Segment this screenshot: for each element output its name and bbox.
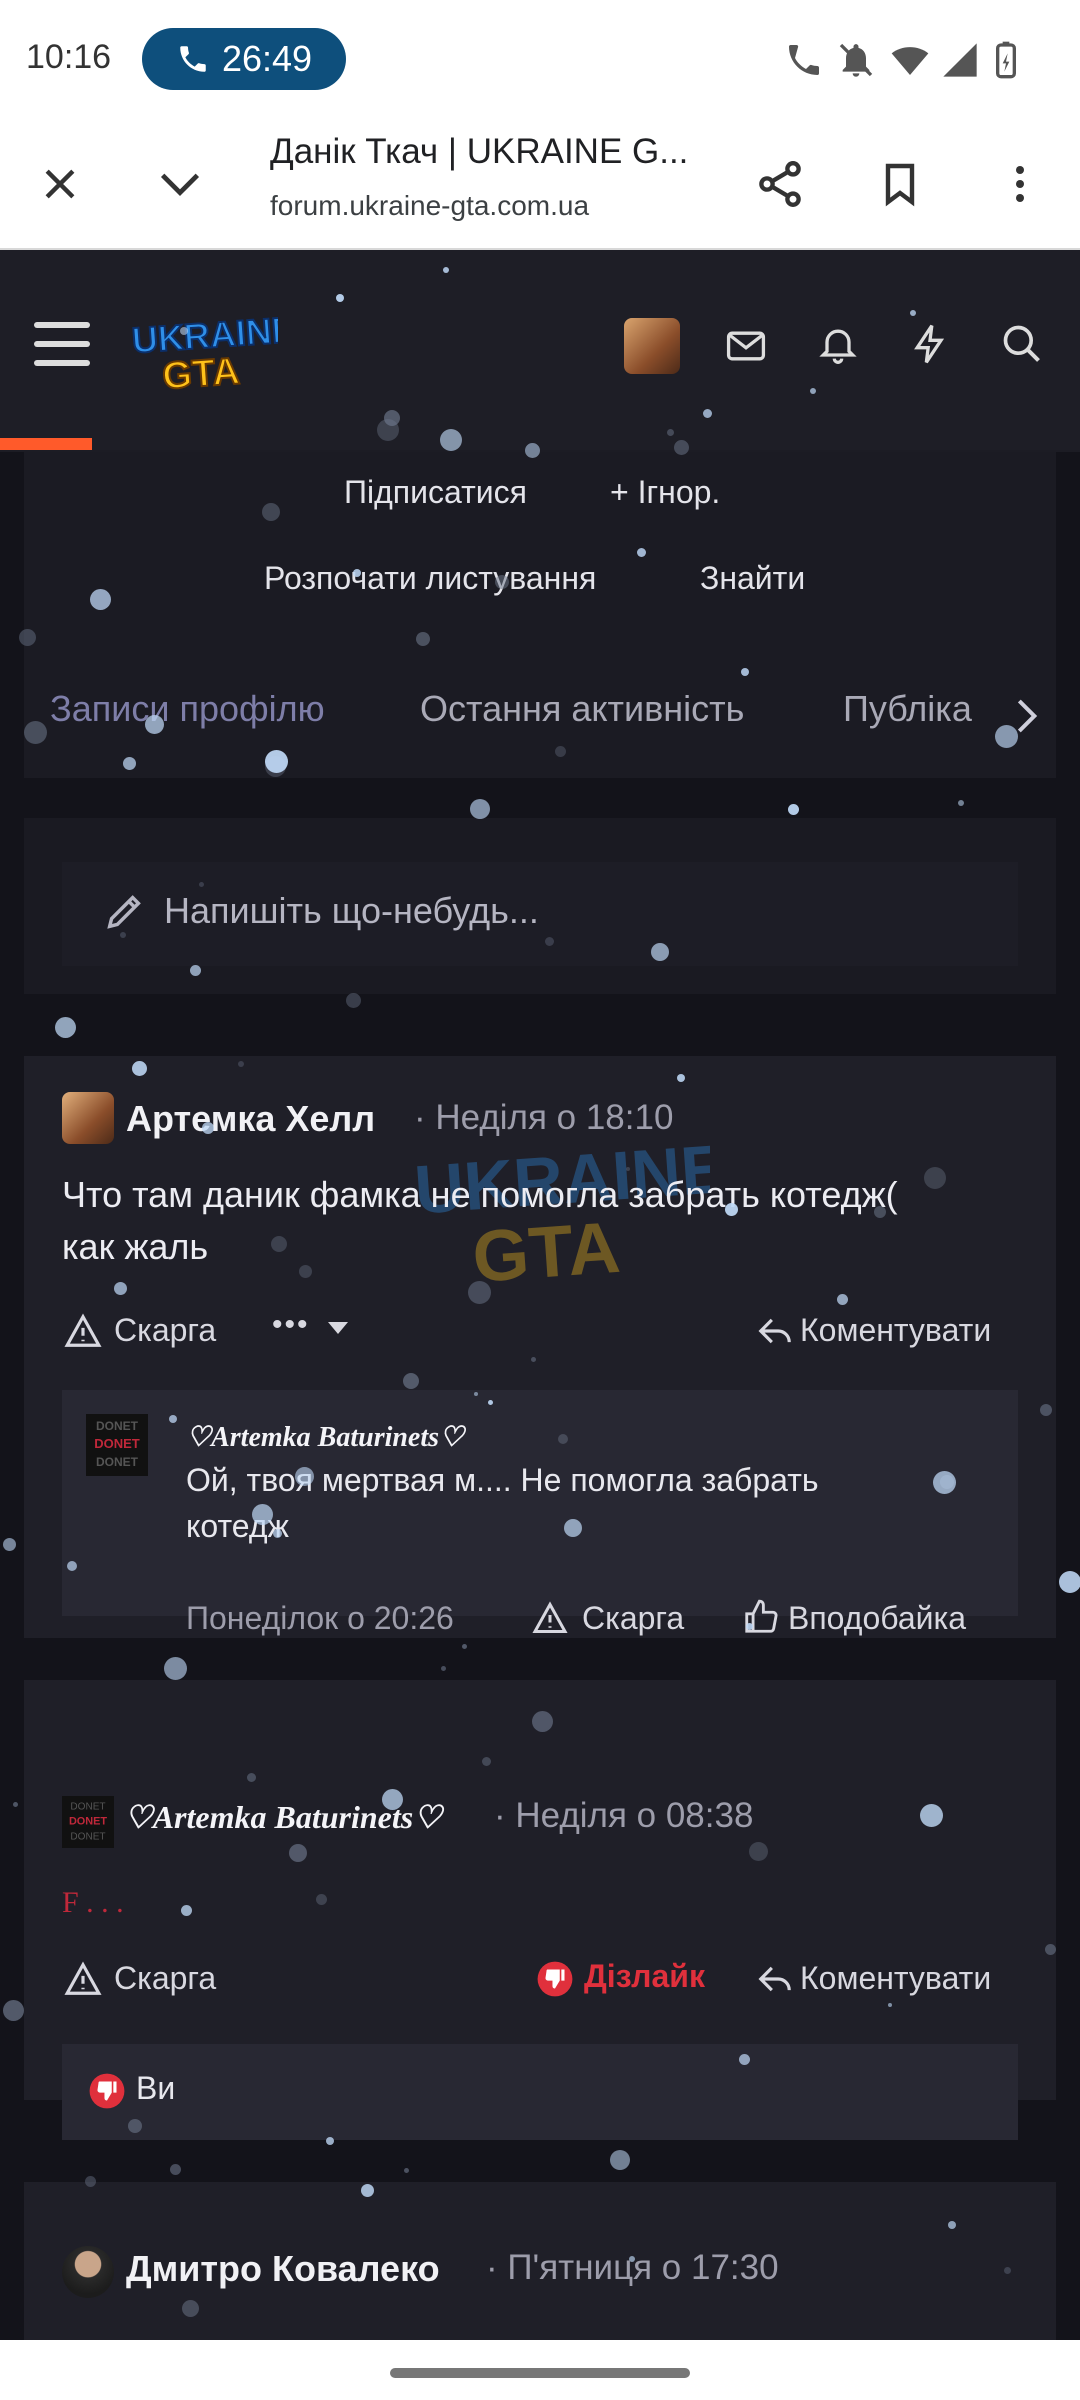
profile-post-2: [24, 1680, 1056, 2100]
battery-icon: [986, 40, 1026, 80]
report-button[interactable]: Скарга: [114, 1960, 216, 1997]
follow-button[interactable]: Підписатися: [344, 474, 527, 511]
reply-arrow-icon: [756, 1960, 794, 2003]
profile-page-content: Підписатися + Ігнор. Розпочати листуванн…: [0, 452, 1080, 2340]
dislike-button[interactable]: Дізлайк: [584, 1958, 705, 1995]
post-text-line-2: как жаль: [62, 1226, 209, 1267]
post-timestamp[interactable]: · Неділя о 08:38: [494, 1796, 753, 1836]
comment-report-button[interactable]: Скарга: [582, 1600, 684, 1637]
forum-header: UKRAINE GTA: [0, 250, 1080, 450]
svg-text:DONET: DONET: [70, 1832, 105, 1843]
comment-like-button[interactable]: Вподобайка: [788, 1600, 966, 1637]
custom-tab-toolbar: Данік Ткач | UKRAINE G... forum.ukraine-…: [0, 120, 1080, 250]
thumbs-up-icon: [742, 1598, 780, 1641]
svg-text:DONET: DONET: [96, 1419, 139, 1433]
home-gesture-handle[interactable]: [390, 2368, 690, 2378]
comment-button[interactable]: Коментувати: [800, 1960, 991, 1997]
status-bar: 10:16 26:49: [0, 0, 1080, 120]
svg-text:DONET: DONET: [94, 1436, 140, 1451]
status-time: 10:16: [26, 38, 112, 76]
post-author-name[interactable]: Артемка Хелл: [126, 1098, 375, 1140]
system-navigation-bar: [0, 2340, 1080, 2400]
reply-arrow-icon: [756, 1312, 794, 1355]
reactions-bar[interactable]: [62, 2044, 1018, 2140]
comment-text-line-2: котедж: [186, 1508, 289, 1544]
call-timer: 26:49: [221, 38, 313, 79]
warning-icon: [64, 1960, 102, 2003]
signal-icon: [940, 40, 980, 80]
wifi-calling-icon: [784, 40, 824, 80]
svg-text:GTA: GTA: [470, 1207, 623, 1288]
post-author-avatar[interactable]: [62, 2246, 114, 2298]
tabs-scroll-right-icon[interactable]: [1006, 692, 1046, 745]
scroll-progress-bar: [0, 438, 92, 450]
page-url[interactable]: forum.ukraine-gta.com.ua: [270, 190, 589, 222]
notifications-bell-icon[interactable]: [816, 322, 860, 371]
dislike-reaction-icon: [88, 2072, 126, 2115]
share-icon[interactable]: [748, 152, 812, 216]
lightning-icon[interactable]: [908, 322, 952, 371]
mute-bell-icon: [836, 40, 876, 80]
find-button[interactable]: Знайти: [700, 560, 805, 597]
start-conversation-button[interactable]: Розпочати листування: [264, 560, 596, 597]
phone-icon: [180, 46, 206, 72]
tab-profile-posts[interactable]: Записи профілю: [50, 688, 325, 730]
svg-text:DONET: DONET: [96, 1455, 139, 1469]
tab-postings[interactable]: Публіка: [843, 688, 993, 730]
comment-button[interactable]: Коментувати: [800, 1312, 991, 1349]
reactions-text[interactable]: Ви: [136, 2070, 175, 2107]
comment-text-line-1: Ой, твоя мертвая м.... Не помогла забрат…: [186, 1462, 819, 1498]
warning-icon: [532, 1600, 568, 1641]
user-avatar[interactable]: [624, 318, 680, 374]
wifi-icon: [890, 40, 930, 80]
ignore-button[interactable]: + Ігнор.: [610, 474, 720, 511]
page-title: Данік Ткач | UKRAINE G...: [270, 132, 689, 171]
svg-text:DONET: DONET: [69, 1816, 107, 1828]
tab-latest-activity[interactable]: Остання активність: [420, 688, 744, 730]
post-text: F . . .: [62, 1886, 124, 1919]
search-icon[interactable]: [1000, 322, 1044, 371]
hamburger-menu-icon[interactable]: [34, 320, 90, 368]
more-actions-button[interactable]: •••: [272, 1308, 310, 1342]
pencil-icon: [102, 888, 148, 939]
comment-author-name[interactable]: ♡Artemka Baturinets♡: [186, 1420, 464, 1454]
post-author-avatar[interactable]: [62, 1092, 114, 1144]
thumbs-down-icon: [536, 1960, 574, 2003]
report-button[interactable]: Скарга: [114, 1312, 216, 1349]
ongoing-call-pill[interactable]: 26:49: [142, 28, 346, 90]
post-author-avatar[interactable]: DONET DONET DONET: [62, 1796, 114, 1848]
post-text-line-1: Что там даник фамка не помогла забрать к…: [62, 1174, 898, 1215]
composer-placeholder: Напишіть що-небудь...: [164, 890, 539, 931]
bookmark-icon[interactable]: [868, 152, 932, 216]
comment-timestamp[interactable]: Понеділок о 20:26: [186, 1600, 454, 1637]
svg-text:DONET: DONET: [70, 1801, 105, 1812]
post-author-name[interactable]: ♡Artemka Baturinets♡: [124, 1798, 442, 1836]
svg-text:GTA: GTA: [161, 350, 241, 392]
chevron-down-icon[interactable]: [148, 152, 212, 216]
warning-icon: [64, 1312, 102, 1355]
caret-down-icon: [326, 1318, 350, 1343]
more-vert-icon[interactable]: [988, 152, 1052, 216]
post-timestamp[interactable]: · П'ятниця о 17:30: [486, 2248, 779, 2288]
close-icon[interactable]: [28, 152, 92, 216]
site-logo[interactable]: UKRAINE GTA: [128, 308, 298, 399]
mail-icon[interactable]: [724, 324, 768, 373]
comment-author-avatar[interactable]: DONET DONET DONET: [86, 1414, 148, 1476]
post-author-name[interactable]: Дмитро Ковалеко: [126, 2248, 440, 2290]
